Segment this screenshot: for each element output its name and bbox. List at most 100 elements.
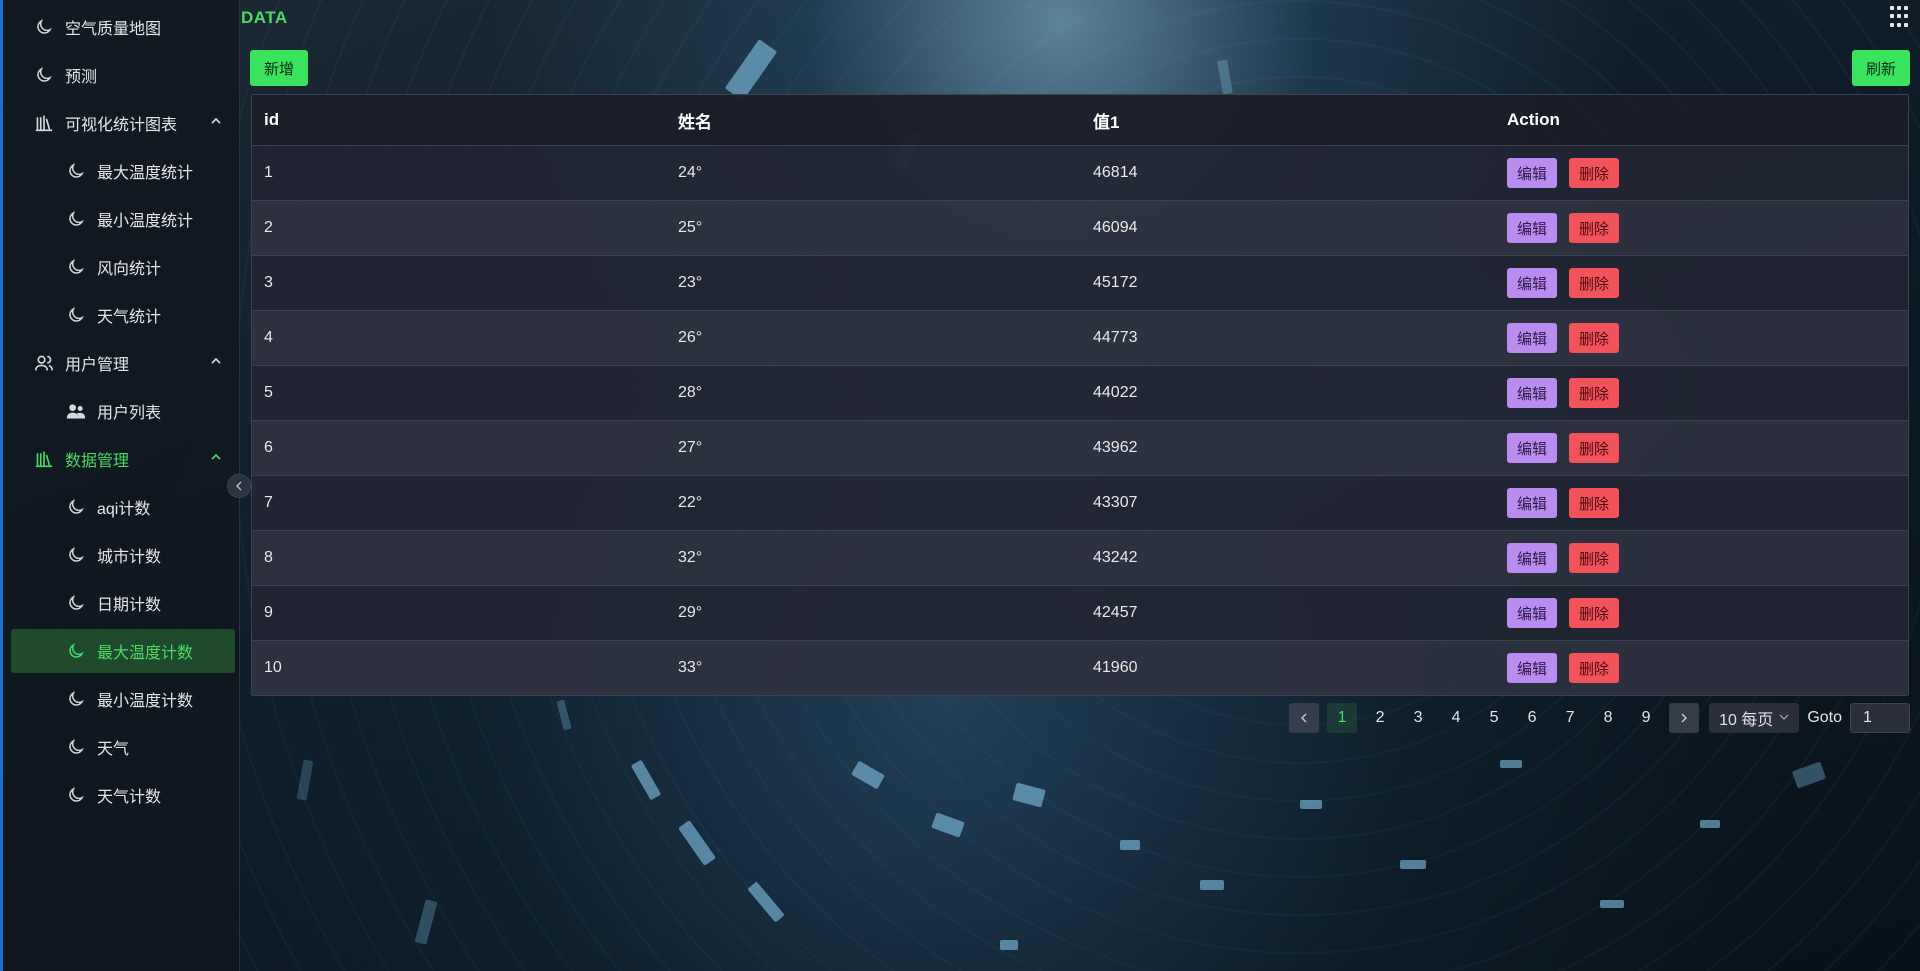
page-number-6[interactable]: 6 <box>1513 709 1551 727</box>
sidebar-item-label: 最大温度计数 <box>97 645 194 662</box>
edit-button[interactable]: 编辑 <box>1507 653 1558 683</box>
sidebar-item-label: 可视化统计图表 <box>65 117 178 134</box>
table-row: 1 24° 46814 编辑 删除 <box>252 145 1908 200</box>
table-row: 8 32° 43242 编辑 删除 <box>252 530 1908 585</box>
edit-button[interactable]: 编辑 <box>1507 268 1558 298</box>
page-size-select[interactable]: 10 每页 <box>1709 703 1800 733</box>
edit-button[interactable]: 编辑 <box>1507 543 1558 573</box>
chart-library-icon <box>33 448 55 470</box>
edit-button[interactable]: 编辑 <box>1507 488 1558 518</box>
prev-page-button[interactable] <box>1289 703 1320 733</box>
refresh-button[interactable]: 刷新 <box>1851 50 1910 86</box>
delete-button[interactable]: 删除 <box>1569 158 1620 188</box>
edit-button[interactable]: 编辑 <box>1507 598 1558 628</box>
edit-button[interactable]: 编辑 <box>1507 433 1558 463</box>
table-row: 3 23° 45172 编辑 删除 <box>252 255 1908 310</box>
sidebar-collapse-button[interactable] <box>227 474 251 498</box>
delete-button[interactable]: 删除 <box>1569 543 1620 573</box>
apps-grid-icon[interactable] <box>1890 6 1912 28</box>
cell-action: 编辑 删除 <box>1495 488 1908 518</box>
page-numbers: 123456789 <box>1323 703 1665 733</box>
delete-button[interactable]: 删除 <box>1569 488 1620 518</box>
delete-button[interactable]: 删除 <box>1569 378 1620 408</box>
chevron-right-icon <box>1679 710 1689 726</box>
delete-button[interactable]: 删除 <box>1569 598 1620 628</box>
delete-button[interactable]: 删除 <box>1569 653 1620 683</box>
delete-button[interactable]: 删除 <box>1569 268 1620 298</box>
sidebar-item-min-temp-stats[interactable]: 最小温度统计 <box>3 197 240 241</box>
sidebar-item-max-temp-count[interactable]: 最大温度计数 <box>11 629 235 673</box>
edit-button[interactable]: 编辑 <box>1507 213 1558 243</box>
edit-button[interactable]: 编辑 <box>1507 158 1558 188</box>
column-header-value[interactable]: 值1 <box>1081 108 1495 133</box>
cell-name: 25° <box>678 219 703 236</box>
page-number-2[interactable]: 2 <box>1361 709 1399 727</box>
cell-name: 26° <box>678 329 703 346</box>
cell-value: 45172 <box>1093 274 1138 291</box>
data-table: id 姓名 值1 Action 1 24° 46814 编辑 删除 2 25° 46094 编辑… <box>251 94 1909 696</box>
chevron-down-icon <box>1779 712 1789 725</box>
sidebar-item-label: 最大温度统计 <box>97 165 194 182</box>
page-number-5[interactable]: 5 <box>1475 709 1513 727</box>
moon-icon <box>65 208 87 230</box>
sidebar-item-label: 天气 <box>97 741 130 758</box>
cell-action: 编辑 删除 <box>1495 213 1908 243</box>
cell-id: 7 <box>264 494 273 511</box>
sidebar-item-weather-stats[interactable]: 天气统计 <box>3 293 240 337</box>
page-number-9[interactable]: 9 <box>1627 709 1665 727</box>
edit-button[interactable]: 编辑 <box>1507 378 1558 408</box>
goto-page-input[interactable] <box>1850 703 1910 733</box>
sidebar-item-user-list[interactable]: 用户列表 <box>3 389 240 433</box>
sidebar-group-user-management[interactable]: 用户管理 <box>3 341 240 385</box>
sidebar-item-wind-stats[interactable]: 风向统计 <box>3 245 240 289</box>
cell-value: 41960 <box>1093 659 1138 676</box>
column-header-id[interactable]: id <box>252 110 666 130</box>
add-button[interactable]: 新增 <box>250 50 309 86</box>
moon-icon <box>65 304 87 326</box>
delete-button[interactable]: 删除 <box>1569 323 1620 353</box>
cell-name: 29° <box>678 604 703 621</box>
cell-action: 编辑 删除 <box>1495 378 1908 408</box>
cell-value: 43962 <box>1093 439 1138 456</box>
table-row: 10 33° 41960 编辑 删除 <box>252 640 1908 695</box>
sidebar-item-label: 空气质量地图 <box>65 21 162 38</box>
sidebar-group-data-management[interactable]: 数据管理 <box>3 437 240 481</box>
edit-button[interactable]: 编辑 <box>1507 323 1558 353</box>
sidebar-item-weather-count[interactable]: 天气计数 <box>3 773 240 817</box>
sidebar-item-date-count[interactable]: 日期计数 <box>3 581 240 625</box>
page-number-4[interactable]: 4 <box>1437 709 1475 727</box>
cell-value: 44773 <box>1093 329 1138 346</box>
sidebar-item-label: 用户列表 <box>97 405 162 422</box>
table-row: 9 29° 42457 编辑 删除 <box>252 585 1908 640</box>
delete-button[interactable]: 删除 <box>1569 213 1620 243</box>
column-header-name[interactable]: 姓名 <box>666 108 1081 133</box>
moon-icon <box>65 688 87 710</box>
users-outline-icon <box>33 352 55 374</box>
table-header: id 姓名 值1 Action <box>252 95 1908 145</box>
chevron-up-icon <box>210 451 222 463</box>
page-number-1[interactable]: 1 <box>1327 703 1358 733</box>
sidebar-item-air-quality-map[interactable]: 空气质量地图 <box>3 5 240 49</box>
page-number-3[interactable]: 3 <box>1399 709 1437 727</box>
sidebar-group-visual-charts[interactable]: 可视化统计图表 <box>3 101 240 145</box>
cell-id: 1 <box>264 164 273 181</box>
sidebar-item-forecast[interactable]: 预测 <box>3 53 240 97</box>
sidebar-item-max-temp-stats[interactable]: 最大温度统计 <box>3 149 240 193</box>
table-body: 1 24° 46814 编辑 删除 2 25° 46094 编辑 删除 3 23° 45172 编辑 删除 4… <box>252 145 1908 695</box>
table-row: 7 22° 43307 编辑 删除 <box>252 475 1908 530</box>
page-number-7[interactable]: 7 <box>1551 709 1589 727</box>
page-number-8[interactable]: 8 <box>1589 709 1627 727</box>
cell-name: 27° <box>678 439 703 456</box>
sidebar-item-min-temp-count[interactable]: 最小温度计数 <box>3 677 240 721</box>
delete-button[interactable]: 删除 <box>1569 433 1620 463</box>
cell-id: 6 <box>264 439 273 456</box>
next-page-button[interactable] <box>1669 703 1700 733</box>
cell-id: 5 <box>264 384 273 401</box>
chevron-up-icon <box>210 355 222 367</box>
cell-action: 编辑 删除 <box>1495 158 1908 188</box>
sidebar-item-label: aqi计数 <box>97 501 151 518</box>
sidebar-item-aqi-count[interactable]: aqi计数 <box>3 485 240 529</box>
sidebar-item-weather[interactable]: 天气 <box>3 725 240 769</box>
cell-name: 22° <box>678 494 703 511</box>
sidebar-item-city-count[interactable]: 城市计数 <box>3 533 240 577</box>
